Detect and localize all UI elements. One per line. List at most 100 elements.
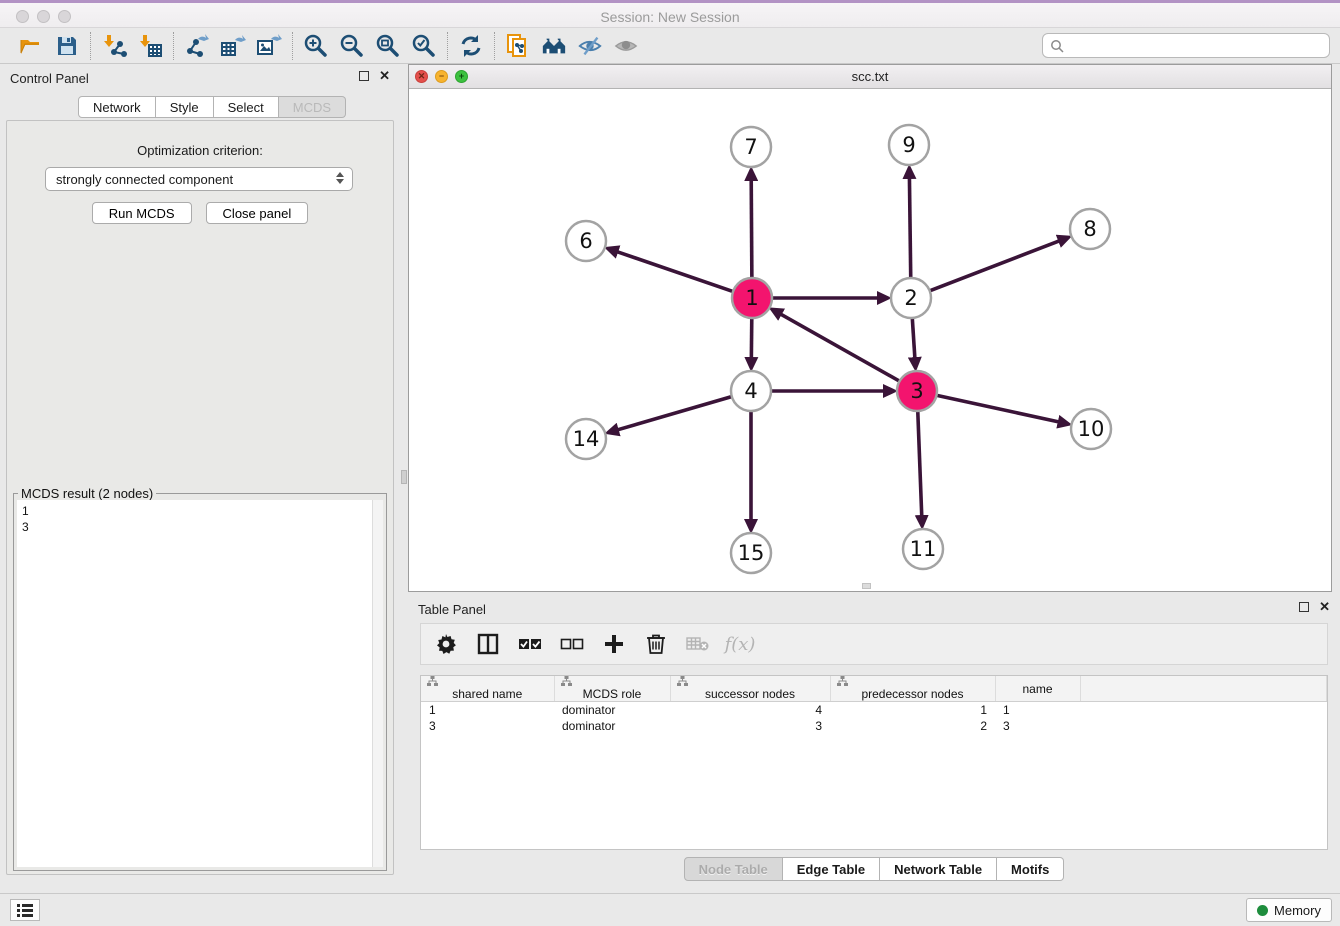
- cell-name[interactable]: 3: [995, 718, 1080, 734]
- cell-name[interactable]: 1: [995, 702, 1080, 718]
- search-field[interactable]: [1042, 33, 1330, 58]
- svg-text:15: 15: [738, 541, 765, 565]
- graph-node-15[interactable]: 15: [731, 533, 771, 573]
- show-all-icon[interactable]: [613, 33, 639, 59]
- cell-successor-nodes[interactable]: 4: [670, 702, 830, 718]
- network-view-window: ✕ − + scc.txt 1 2 3 4 6 7 8 9 10 11 14 15: [408, 64, 1332, 592]
- graph-node-7[interactable]: 7: [731, 127, 771, 167]
- cell-shared-name[interactable]: 3: [421, 718, 554, 734]
- tab-mcds[interactable]: MCDS: [279, 96, 346, 118]
- zoom-out-icon[interactable]: [339, 33, 365, 59]
- graph-edge-4-14[interactable]: [617, 396, 734, 430]
- tab-network-table[interactable]: Network Table: [880, 857, 997, 881]
- graph-edge-3-11[interactable]: [918, 409, 922, 517]
- optimization-criterion-select[interactable]: strongly connected component: [45, 167, 353, 191]
- app-titlebar: Session: New Session: [0, 0, 1340, 28]
- svg-text:14: 14: [573, 427, 600, 451]
- float-panel-icon[interactable]: [359, 71, 369, 81]
- node-table[interactable]: shared name MCDS role successor nodes pr…: [420, 675, 1328, 850]
- zoom-selected-icon[interactable]: [411, 33, 437, 59]
- zoom-fit-icon[interactable]: [375, 33, 401, 59]
- column-header-predecessor-nodes[interactable]: predecessor nodes: [830, 676, 995, 702]
- network-graph[interactable]: 1 2 3 4 6 7 8 9 10 11 14 15: [409, 89, 1331, 591]
- graph-edge-3-10[interactable]: [935, 395, 1060, 422]
- graph-node-10[interactable]: 10: [1071, 409, 1111, 449]
- mcds-result-list[interactable]: 1 3: [17, 500, 383, 867]
- column-visibility-icon[interactable]: [475, 631, 501, 657]
- graph-node-6[interactable]: 6: [566, 221, 606, 261]
- export-table-icon[interactable]: [220, 33, 246, 59]
- delete-column-icon[interactable]: [643, 631, 669, 657]
- save-session-icon[interactable]: [54, 33, 80, 59]
- graph-edge-1-7[interactable]: [751, 179, 752, 280]
- column-header-shared-name[interactable]: shared name: [421, 676, 554, 702]
- refresh-icon[interactable]: [458, 33, 484, 59]
- graph-node-8[interactable]: 8: [1070, 209, 1110, 249]
- clone-network-icon[interactable]: [505, 33, 531, 59]
- graph-edge-3-1[interactable]: [780, 314, 901, 382]
- panel-splitter[interactable]: [400, 64, 408, 881]
- memory-button[interactable]: Memory: [1246, 898, 1332, 922]
- task-history-button[interactable]: [10, 899, 40, 921]
- table-row[interactable]: 1 dominator 4 1 1: [421, 702, 1327, 718]
- svg-text:9: 9: [902, 133, 915, 157]
- open-file-icon[interactable]: [18, 33, 44, 59]
- graph-node-4[interactable]: 4: [731, 371, 771, 411]
- cell-mcds-role[interactable]: dominator: [554, 718, 670, 734]
- graph-node-9[interactable]: 9: [889, 125, 929, 165]
- tab-select[interactable]: Select: [214, 96, 279, 118]
- column-header-name[interactable]: name: [995, 676, 1080, 702]
- first-neighbors-icon[interactable]: [541, 33, 567, 59]
- cell-mcds-role[interactable]: dominator: [554, 702, 670, 718]
- splitter-handle-icon[interactable]: [401, 470, 407, 484]
- import-network-icon[interactable]: [101, 33, 127, 59]
- tab-motifs[interactable]: Motifs: [997, 857, 1064, 881]
- network-window-titlebar[interactable]: ✕ − + scc.txt: [409, 65, 1331, 89]
- memory-status-icon: [1257, 905, 1268, 916]
- graph-edge-2-8[interactable]: [928, 241, 1060, 292]
- tab-style[interactable]: Style: [156, 96, 214, 118]
- float-table-panel-icon[interactable]: [1299, 602, 1309, 612]
- add-column-icon[interactable]: [601, 631, 627, 657]
- main-toolbar: [0, 28, 1340, 64]
- cell-predecessor-nodes[interactable]: 1: [830, 702, 995, 718]
- graph-node-1[interactable]: 1: [732, 278, 772, 318]
- graph-node-2[interactable]: 2: [891, 278, 931, 318]
- run-mcds-button[interactable]: Run MCDS: [92, 202, 192, 224]
- export-image-icon[interactable]: [256, 33, 282, 59]
- graph-edge-2-9[interactable]: [909, 177, 910, 280]
- export-network-icon[interactable]: [184, 33, 210, 59]
- deselect-all-icon[interactable]: [559, 631, 585, 657]
- table-row[interactable]: 3 dominator 3 2 3: [421, 718, 1327, 734]
- result-scrollbar[interactable]: [372, 500, 383, 867]
- svg-text:8: 8: [1083, 217, 1096, 241]
- column-header-successor-nodes[interactable]: successor nodes: [670, 676, 830, 702]
- search-input[interactable]: [1069, 39, 1322, 53]
- tab-network[interactable]: Network: [78, 96, 156, 118]
- zoom-in-icon[interactable]: [303, 33, 329, 59]
- graph-node-11[interactable]: 11: [903, 529, 943, 569]
- delete-table-icon[interactable]: [685, 631, 711, 657]
- hide-selected-icon[interactable]: [577, 33, 603, 59]
- select-all-icon[interactable]: [517, 631, 543, 657]
- close-table-panel-icon[interactable]: ✕: [1319, 602, 1330, 612]
- settings-gear-icon[interactable]: [433, 631, 459, 657]
- cell-successor-nodes[interactable]: 3: [670, 718, 830, 734]
- network-canvas[interactable]: 1 2 3 4 6 7 8 9 10 11 14 15: [409, 89, 1331, 591]
- cell-predecessor-nodes[interactable]: 2: [830, 718, 995, 734]
- cell-shared-name[interactable]: 1: [421, 702, 554, 718]
- column-header-mcds-role[interactable]: MCDS role: [554, 676, 670, 702]
- graph-edge-1-6[interactable]: [616, 251, 735, 292]
- graph-edge-2-3[interactable]: [912, 316, 915, 359]
- window-resize-handle[interactable]: [862, 583, 871, 589]
- close-panel-button[interactable]: Close panel: [206, 202, 309, 224]
- graph-node-3[interactable]: 3: [897, 371, 937, 411]
- import-table-icon[interactable]: [137, 33, 163, 59]
- tab-edge-table[interactable]: Edge Table: [783, 857, 880, 881]
- search-icon: [1050, 39, 1064, 53]
- tab-node-table[interactable]: Node Table: [684, 857, 783, 881]
- mcds-result-line: 3: [22, 519, 378, 535]
- close-panel-icon[interactable]: ✕: [379, 71, 390, 81]
- function-builder-icon[interactable]: f(x): [727, 631, 753, 657]
- graph-node-14[interactable]: 14: [566, 419, 606, 459]
